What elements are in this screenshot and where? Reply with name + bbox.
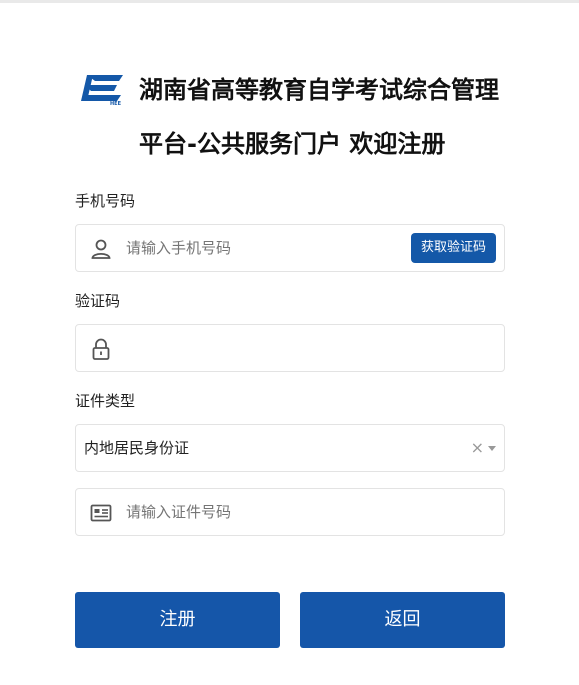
phone-field[interactable]: 获取验证码 [75, 224, 505, 272]
back-button[interactable]: 返回 [300, 592, 505, 648]
svg-text:HEE: HEE [110, 101, 122, 106]
hnee-logo-icon: HEE [81, 75, 123, 106]
user-icon [91, 239, 111, 259]
get-code-button[interactable]: 获取验证码 [410, 233, 496, 263]
id-card-icon [90, 504, 112, 522]
id-type-selected-value: 内地居民身份证 [84, 439, 190, 457]
code-field[interactable] [75, 324, 505, 372]
id-type-label: 证件类型 [75, 392, 136, 410]
page-title-line2: 平台-公共服务门户 欢迎注册 [139, 130, 446, 158]
code-label: 验证码 [75, 292, 121, 310]
top-divider [0, 0, 579, 3]
chevron-down-icon[interactable] [488, 446, 496, 451]
code-input[interactable] [126, 325, 396, 371]
phone-input[interactable] [126, 225, 396, 271]
id-type-select[interactable]: 内地居民身份证 × [75, 424, 505, 472]
lock-icon [92, 338, 110, 360]
id-number-field[interactable] [75, 488, 505, 536]
clear-icon[interactable]: × [471, 438, 484, 457]
page-title-line1: 湖南省高等教育自学考试综合管理 [139, 76, 499, 104]
id-number-input[interactable] [126, 489, 396, 535]
register-button[interactable]: 注册 [75, 592, 280, 648]
phone-label: 手机号码 [75, 192, 136, 210]
